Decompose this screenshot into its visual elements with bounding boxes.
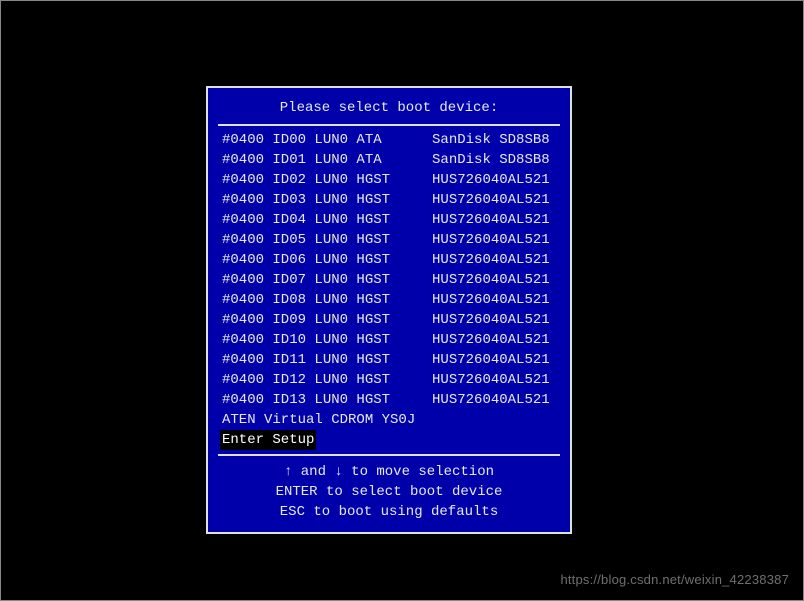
instructions-block: ↑ and ↓ to move selection ENTER to selec… <box>220 460 558 522</box>
watermark-text: https://blog.csdn.net/weixin_42238387 <box>560 570 789 590</box>
divider <box>218 454 560 456</box>
boot-device-item[interactable]: #0400 ID05 LUN0 HGST HUS726040AL521 <box>220 230 558 250</box>
boot-device-item[interactable]: #0400 ID13 LUN0 HGST HUS726040AL521 <box>220 390 558 410</box>
boot-device-item[interactable]: #0400 ID08 LUN0 HGST HUS726040AL521 <box>220 290 558 310</box>
boot-device-item[interactable]: #0400 ID07 LUN0 HGST HUS726040AL521 <box>220 270 558 290</box>
boot-device-item[interactable]: Enter Setup <box>220 430 316 450</box>
instruction-move: ↑ and ↓ to move selection <box>220 462 558 482</box>
instruction-esc: ESC to boot using defaults <box>220 502 558 522</box>
boot-device-item[interactable]: #0400 ID06 LUN0 HGST HUS726040AL521 <box>220 250 558 270</box>
instruction-enter: ENTER to select boot device <box>220 482 558 502</box>
boot-device-item[interactable]: #0400 ID00 LUN0 ATA SanDisk SD8SB8 <box>220 130 558 150</box>
boot-device-item[interactable]: #0400 ID01 LUN0 ATA SanDisk SD8SB8 <box>220 150 558 170</box>
boot-device-item[interactable]: #0400 ID03 LUN0 HGST HUS726040AL521 <box>220 190 558 210</box>
boot-device-dialog: Please select boot device: #0400 ID00 LU… <box>206 86 572 534</box>
boot-device-item[interactable]: #0400 ID10 LUN0 HGST HUS726040AL521 <box>220 330 558 350</box>
boot-device-item[interactable]: #0400 ID11 LUN0 HGST HUS726040AL521 <box>220 350 558 370</box>
boot-device-item[interactable]: #0400 ID12 LUN0 HGST HUS726040AL521 <box>220 370 558 390</box>
dialog-title: Please select boot device: <box>220 94 558 120</box>
divider <box>218 124 560 126</box>
boot-device-list[interactable]: #0400 ID00 LUN0 ATA SanDisk SD8SB8#0400 … <box>220 130 558 450</box>
bios-screen: Please select boot device: #0400 ID00 LU… <box>0 0 804 601</box>
boot-device-item[interactable]: ATEN Virtual CDROM YS0J <box>220 410 558 430</box>
boot-device-item[interactable]: #0400 ID04 LUN0 HGST HUS726040AL521 <box>220 210 558 230</box>
boot-device-item[interactable]: #0400 ID09 LUN0 HGST HUS726040AL521 <box>220 310 558 330</box>
boot-device-item[interactable]: #0400 ID02 LUN0 HGST HUS726040AL521 <box>220 170 558 190</box>
